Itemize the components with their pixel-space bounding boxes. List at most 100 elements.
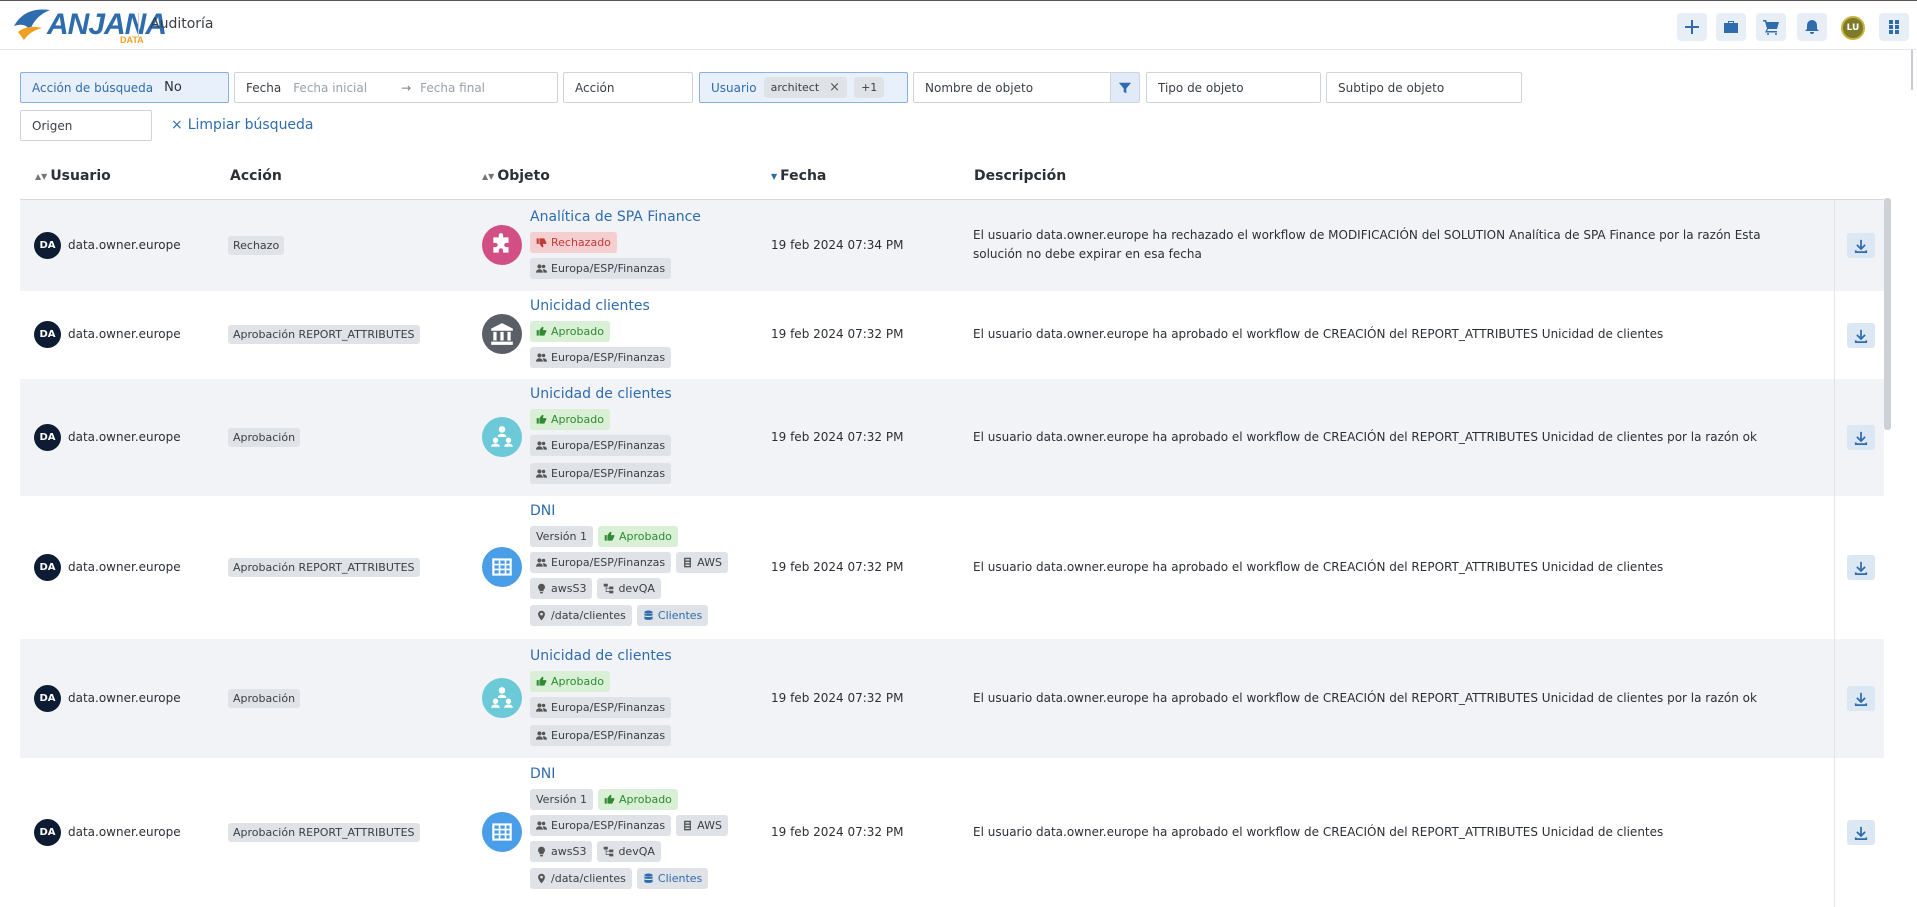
users-icon	[536, 702, 547, 713]
briefcase-icon	[1723, 19, 1739, 35]
header-divider	[138, 13, 139, 37]
cart-button[interactable]	[1756, 13, 1786, 41]
table-grid-icon	[489, 554, 515, 580]
anjana-logo[interactable]: ANJANA DATA	[12, 4, 167, 46]
filter-button[interactable]	[1110, 73, 1139, 102]
notifications-button[interactable]	[1797, 13, 1827, 41]
avatar: DA	[34, 321, 61, 348]
download-button[interactable]	[1847, 555, 1875, 580]
apps-menu-button[interactable]	[1879, 13, 1909, 41]
table-grid-icon	[489, 819, 515, 845]
briefcase-button[interactable]	[1716, 13, 1746, 41]
search-action-label: Acción de búsqueda	[32, 80, 154, 95]
origin-filter[interactable]: Origen	[20, 110, 152, 141]
description-cell: El usuario data.owner.europe ha rechazad…	[973, 228, 1761, 261]
table-scrollbar[interactable]	[1884, 198, 1891, 430]
version-badge: Versión 1	[530, 526, 593, 547]
environment-label: devQA	[618, 845, 655, 858]
object-title-link[interactable]: DNI	[530, 502, 728, 521]
more-users-chip[interactable]: +1	[854, 77, 885, 98]
download-button[interactable]	[1847, 323, 1875, 348]
dataset-link-tag[interactable]: Clientes	[636, 605, 709, 626]
user-chip-label: architect	[770, 81, 820, 94]
thumbs-up-icon	[536, 326, 547, 337]
action-filter[interactable]: Acción	[563, 72, 693, 103]
table-row[interactable]: DA data.owner.europe Aprobación Unicidad…	[20, 639, 1884, 758]
avatar: DA	[34, 232, 61, 259]
user-avatar[interactable]: LU	[1841, 16, 1865, 40]
domain-tag: Europa/ESP/Finanzas	[530, 697, 672, 718]
version-badge: Versión 1	[530, 789, 593, 810]
users-icon	[536, 820, 547, 831]
object-subtype-filter[interactable]: Subtipo de objeto	[1326, 72, 1522, 103]
page-scrollbar[interactable]	[1911, 50, 1913, 90]
thumbs-down-icon	[536, 237, 547, 248]
status-badge: Aprobado	[597, 526, 678, 547]
column-header-date[interactable]: ▼ Fecha	[771, 168, 826, 184]
user-name: data.owner.europe	[68, 430, 181, 444]
create-button[interactable]	[1677, 13, 1707, 41]
download-icon	[1854, 239, 1868, 253]
object-name-filter[interactable]: Nombre de objeto	[913, 72, 1140, 103]
column-divider	[1834, 200, 1835, 291]
object-title-link[interactable]: DNI	[530, 765, 728, 784]
environment-tag: devQA	[597, 578, 661, 599]
search-action-filter[interactable]: Acción de búsqueda No	[20, 72, 229, 103]
download-button[interactable]	[1847, 686, 1875, 711]
origin-placeholder: Origen	[32, 118, 73, 133]
table-row[interactable]: DA data.owner.europe Aprobación REPORT_A…	[20, 758, 1884, 907]
table-row[interactable]: DA data.owner.europe Rechazo Analítica d…	[20, 200, 1884, 291]
table-row[interactable]: DA data.owner.europe Aprobación REPORT_A…	[20, 291, 1884, 379]
user-name: data.owner.europe	[68, 327, 181, 341]
user-name: data.owner.europe	[68, 691, 181, 705]
start-date-input[interactable]: Fecha inicial	[293, 81, 367, 95]
object-title-link[interactable]: Unicidad de clientes	[530, 647, 672, 666]
domain-label: Europa/ESP/Finanzas	[551, 467, 666, 480]
user-filter[interactable]: Usuario architect × +1	[699, 72, 908, 103]
action-badge: Aprobación	[228, 428, 301, 447]
sort-icon: ▲▼	[35, 171, 48, 181]
column-divider	[1834, 758, 1835, 907]
object-type-filter[interactable]: Tipo de objeto	[1146, 72, 1321, 103]
environment-label: devQA	[618, 582, 655, 595]
column-divider	[1834, 496, 1835, 639]
column-header-object[interactable]: ▲▼ Objeto	[482, 168, 550, 184]
action-badge: Aprobación REPORT_ATTRIBUTES	[228, 558, 420, 577]
table-header: ▲▼ Usuario Acción ▲▼ Objeto ▼ Fecha Descrip…	[20, 160, 1884, 200]
location-pin-icon	[536, 873, 547, 884]
sort-icon: ▲▼	[482, 171, 495, 181]
users-icon	[536, 263, 547, 274]
object-title-link[interactable]: Analítica de SPA Finance	[530, 208, 701, 227]
dataset-link-tag[interactable]: Clientes	[636, 868, 709, 889]
object-cell: Unicidad de clientes Aprobado Europa/ESP…	[530, 647, 672, 746]
server-icon	[682, 557, 693, 568]
close-icon[interactable]: ×	[829, 80, 840, 95]
end-date-input[interactable]: Fecha final	[420, 81, 485, 95]
date-range-filter[interactable]: Fecha Fecha inicial → Fecha final	[234, 72, 558, 103]
description-cell: El usuario data.owner.europe ha aprobado…	[973, 560, 1664, 574]
object-title-link[interactable]: Unicidad clientes	[530, 297, 671, 316]
bell-icon	[1804, 19, 1820, 35]
download-button[interactable]	[1847, 425, 1875, 450]
download-button[interactable]	[1847, 820, 1875, 845]
description-cell: El usuario data.owner.europe ha aprobado…	[973, 430, 1757, 444]
platform-label: AWS	[697, 556, 722, 569]
logo-text: ANJANA	[47, 8, 167, 41]
path-tag: /data/clientes	[530, 605, 632, 626]
dataset-label: Clientes	[657, 609, 703, 622]
avatar: DA	[34, 424, 61, 451]
clear-search-link[interactable]: × Limpiar búsqueda	[171, 117, 314, 133]
column-header-user[interactable]: ▲▼ Usuario	[35, 168, 111, 184]
table-row[interactable]: DA data.owner.europe Aprobación Unicidad…	[20, 379, 1884, 496]
bird-logo-icon	[14, 9, 50, 40]
download-icon	[1854, 826, 1868, 840]
domain-label: Europa/ESP/Finanzas	[551, 701, 666, 714]
download-button[interactable]	[1847, 233, 1875, 258]
plus-icon	[1684, 19, 1700, 35]
object-title-link[interactable]: Unicidad de clientes	[530, 385, 672, 404]
object-cell: Unicidad de clientes Aprobado Europa/ESP…	[530, 385, 672, 484]
platform-tag: AWS	[676, 552, 728, 573]
table-row[interactable]: DA data.owner.europe Aprobación REPORT_A…	[20, 496, 1884, 639]
domain-label: Europa/ESP/Finanzas	[551, 819, 666, 832]
users-icon	[536, 352, 547, 363]
